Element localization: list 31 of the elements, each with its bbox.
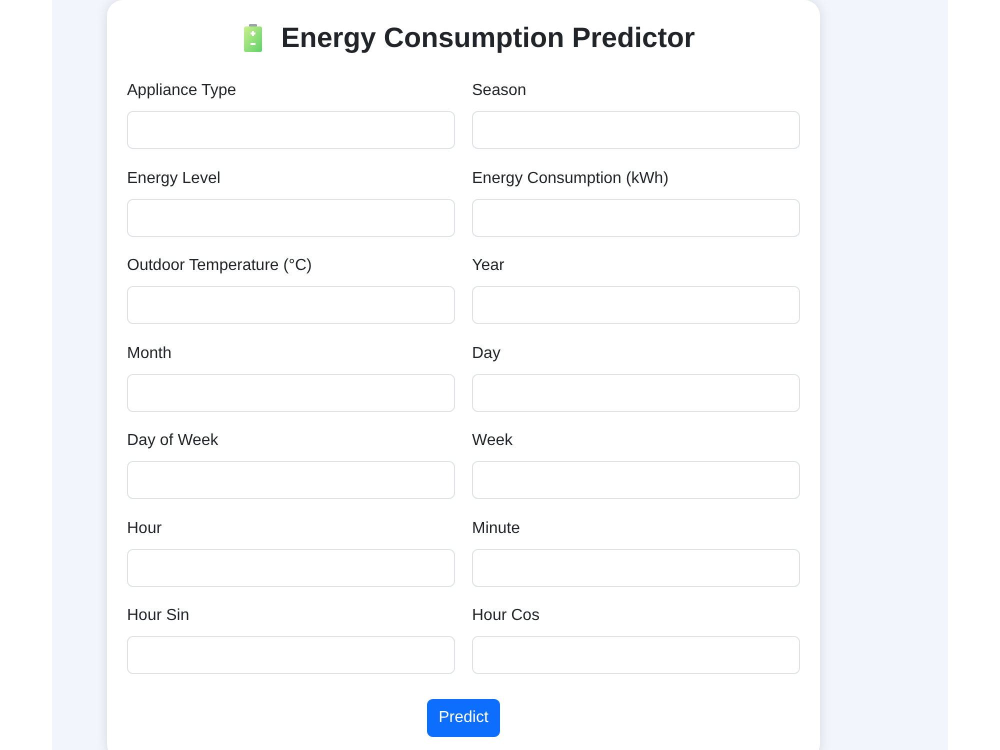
input-field[interactable] — [127, 461, 455, 499]
input-field[interactable] — [472, 374, 800, 412]
field-label: Minute — [472, 518, 522, 538]
field-label: Year — [472, 256, 506, 276]
input-field[interactable] — [472, 636, 800, 674]
field-label: Day of Week — [127, 431, 220, 451]
input-field[interactable] — [127, 548, 455, 586]
field-label: Energy Consumption (kWh) — [472, 168, 670, 188]
predict-button[interactable]: Predict — [426, 699, 500, 737]
input-field[interactable] — [127, 636, 455, 674]
field-label: Hour — [127, 518, 163, 538]
input-field[interactable] — [127, 374, 455, 412]
field-label: Outdoor Temperature (°C) — [127, 256, 313, 276]
input-field[interactable] — [472, 286, 800, 324]
page-title: Energy Consumption Predictor — [281, 21, 695, 55]
field-label: Energy Level — [127, 168, 222, 188]
battery-icon — [244, 24, 262, 52]
field-label: Hour Sin — [127, 606, 190, 626]
field-label: Hour Cos — [472, 606, 541, 626]
field-label: Appliance Type — [127, 81, 238, 101]
input-field[interactable] — [127, 286, 455, 324]
input-field[interactable] — [472, 111, 800, 149]
input-field[interactable] — [472, 548, 800, 586]
field-label: Week — [472, 431, 514, 451]
field-label: Month — [127, 344, 172, 364]
input-field[interactable] — [127, 198, 455, 236]
input-field[interactable] — [472, 198, 800, 236]
input-field[interactable] — [127, 111, 455, 149]
field-label: Day — [472, 344, 502, 364]
input-field[interactable] — [472, 461, 800, 499]
field-label: Season — [472, 81, 528, 101]
